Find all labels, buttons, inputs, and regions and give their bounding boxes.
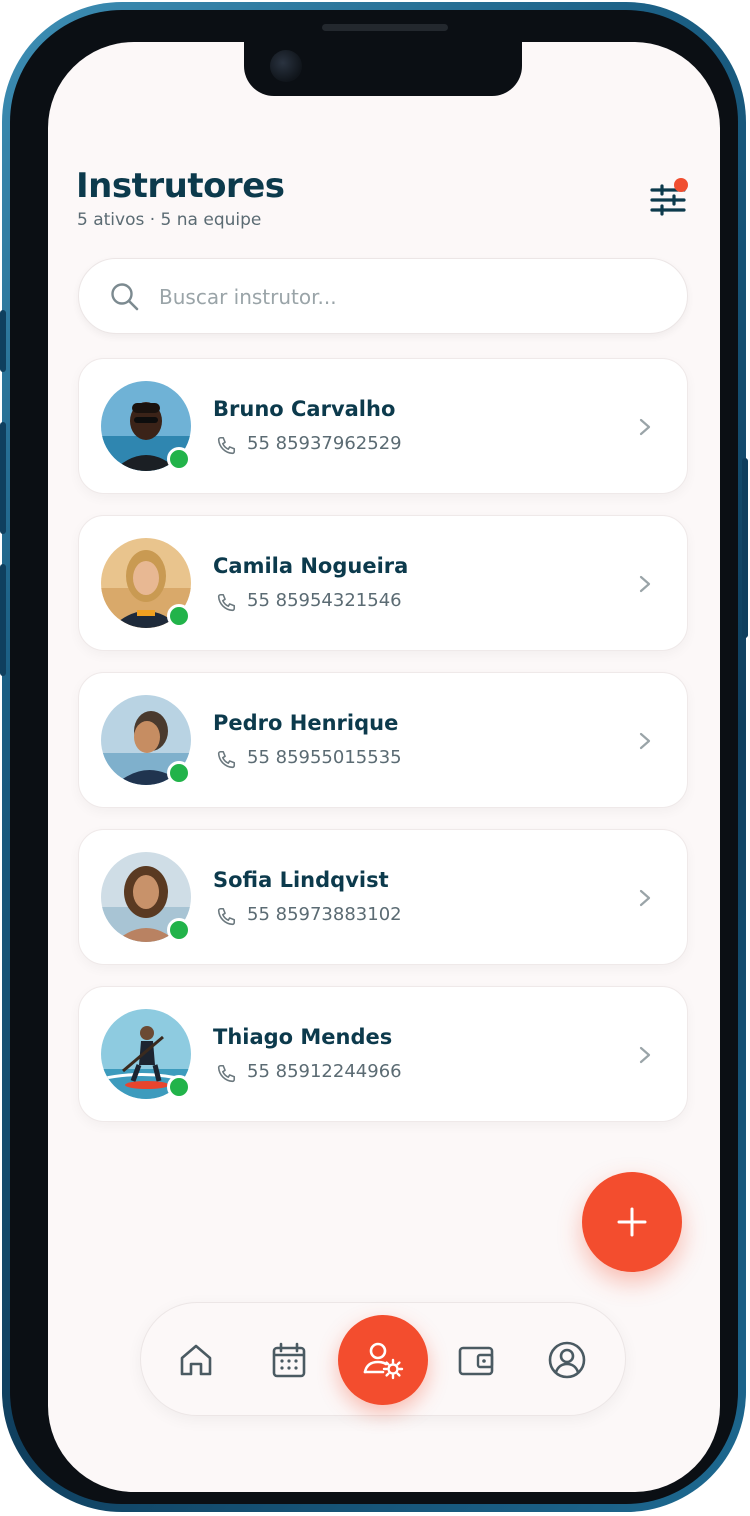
online-status-dot <box>167 918 191 942</box>
instructor-card[interactable]: Camila Nogueira 55 85954321546 <box>78 515 688 651</box>
online-status-dot <box>167 1075 191 1099</box>
wallet-icon <box>458 1346 494 1376</box>
power-button <box>742 458 748 638</box>
online-status-dot <box>167 604 191 628</box>
instructor-card[interactable]: Thiago Mendes 55 85912244966 <box>78 986 688 1122</box>
add-instructor-button[interactable] <box>582 1172 682 1272</box>
instructor-phone: 55 85912244966 <box>247 1061 402 1082</box>
front-camera <box>270 50 302 82</box>
app-screen: Instrutores 5 ativos · 5 na equipe Busca… <box>48 42 720 1492</box>
instructor-phone: 55 85954321546 <box>247 590 402 611</box>
instructor-name: Camila Nogueira <box>213 554 409 578</box>
plus-icon <box>617 1207 647 1237</box>
volume-down-button <box>0 564 6 676</box>
phone-icon <box>217 436 236 455</box>
filter-notification-dot <box>674 178 688 192</box>
profile-icon <box>548 1341 586 1379</box>
instructor-card[interactable]: Bruno Carvalho 55 85937962529 <box>78 358 688 494</box>
chevron-right-icon <box>639 889 651 907</box>
search-icon <box>111 283 139 311</box>
instructor-name: Bruno Carvalho <box>213 397 396 421</box>
instructor-phone: 55 85973883102 <box>247 904 402 925</box>
filter-button[interactable] <box>646 178 690 222</box>
phone-bezel: Instrutores 5 ativos · 5 na equipe Busca… <box>10 10 738 1504</box>
phone-icon <box>217 750 236 769</box>
phone-icon <box>217 1064 236 1083</box>
page-title: Instrutores <box>76 166 285 206</box>
chevron-right-icon <box>639 418 651 436</box>
instructor-phone: 55 85937962529 <box>247 433 402 454</box>
chevron-right-icon <box>639 732 651 750</box>
online-status-dot <box>167 761 191 785</box>
phone-frame: Instrutores 5 ativos · 5 na equipe Busca… <box>0 2 748 1512</box>
instructor-name: Pedro Henrique <box>213 711 399 735</box>
nav-profile[interactable] <box>547 1340 587 1380</box>
instructor-card[interactable]: Pedro Henrique 55 85955015535 <box>78 672 688 808</box>
search-input[interactable] <box>159 277 659 317</box>
nav-home[interactable] <box>176 1340 216 1380</box>
user-gear-icon <box>363 1342 404 1380</box>
nav-instructors[interactable] <box>338 1315 428 1405</box>
calendar-icon <box>272 1342 306 1378</box>
volume-up-button <box>0 422 6 534</box>
instructor-name: Thiago Mendes <box>213 1025 393 1049</box>
search-bar <box>78 258 688 334</box>
online-status-dot <box>167 447 191 471</box>
page-subtitle: 5 ativos · 5 na equipe <box>77 210 262 230</box>
instructor-card[interactable]: Sofia Lindqvist 55 85973883102 <box>78 829 688 965</box>
phone-icon <box>217 907 236 926</box>
nav-calendar[interactable] <box>269 1340 309 1380</box>
chevron-right-icon <box>639 575 651 593</box>
phone-icon <box>217 593 236 612</box>
chevron-right-icon <box>639 1046 651 1064</box>
instructor-name: Sofia Lindqvist <box>213 868 389 892</box>
notch <box>244 42 522 96</box>
nav-wallet[interactable] <box>456 1340 496 1380</box>
mute-switch <box>0 310 6 372</box>
earpiece-speaker <box>322 24 448 31</box>
home-icon <box>180 1344 212 1376</box>
bottom-nav <box>140 1302 626 1416</box>
instructor-phone: 55 85955015535 <box>247 747 402 768</box>
